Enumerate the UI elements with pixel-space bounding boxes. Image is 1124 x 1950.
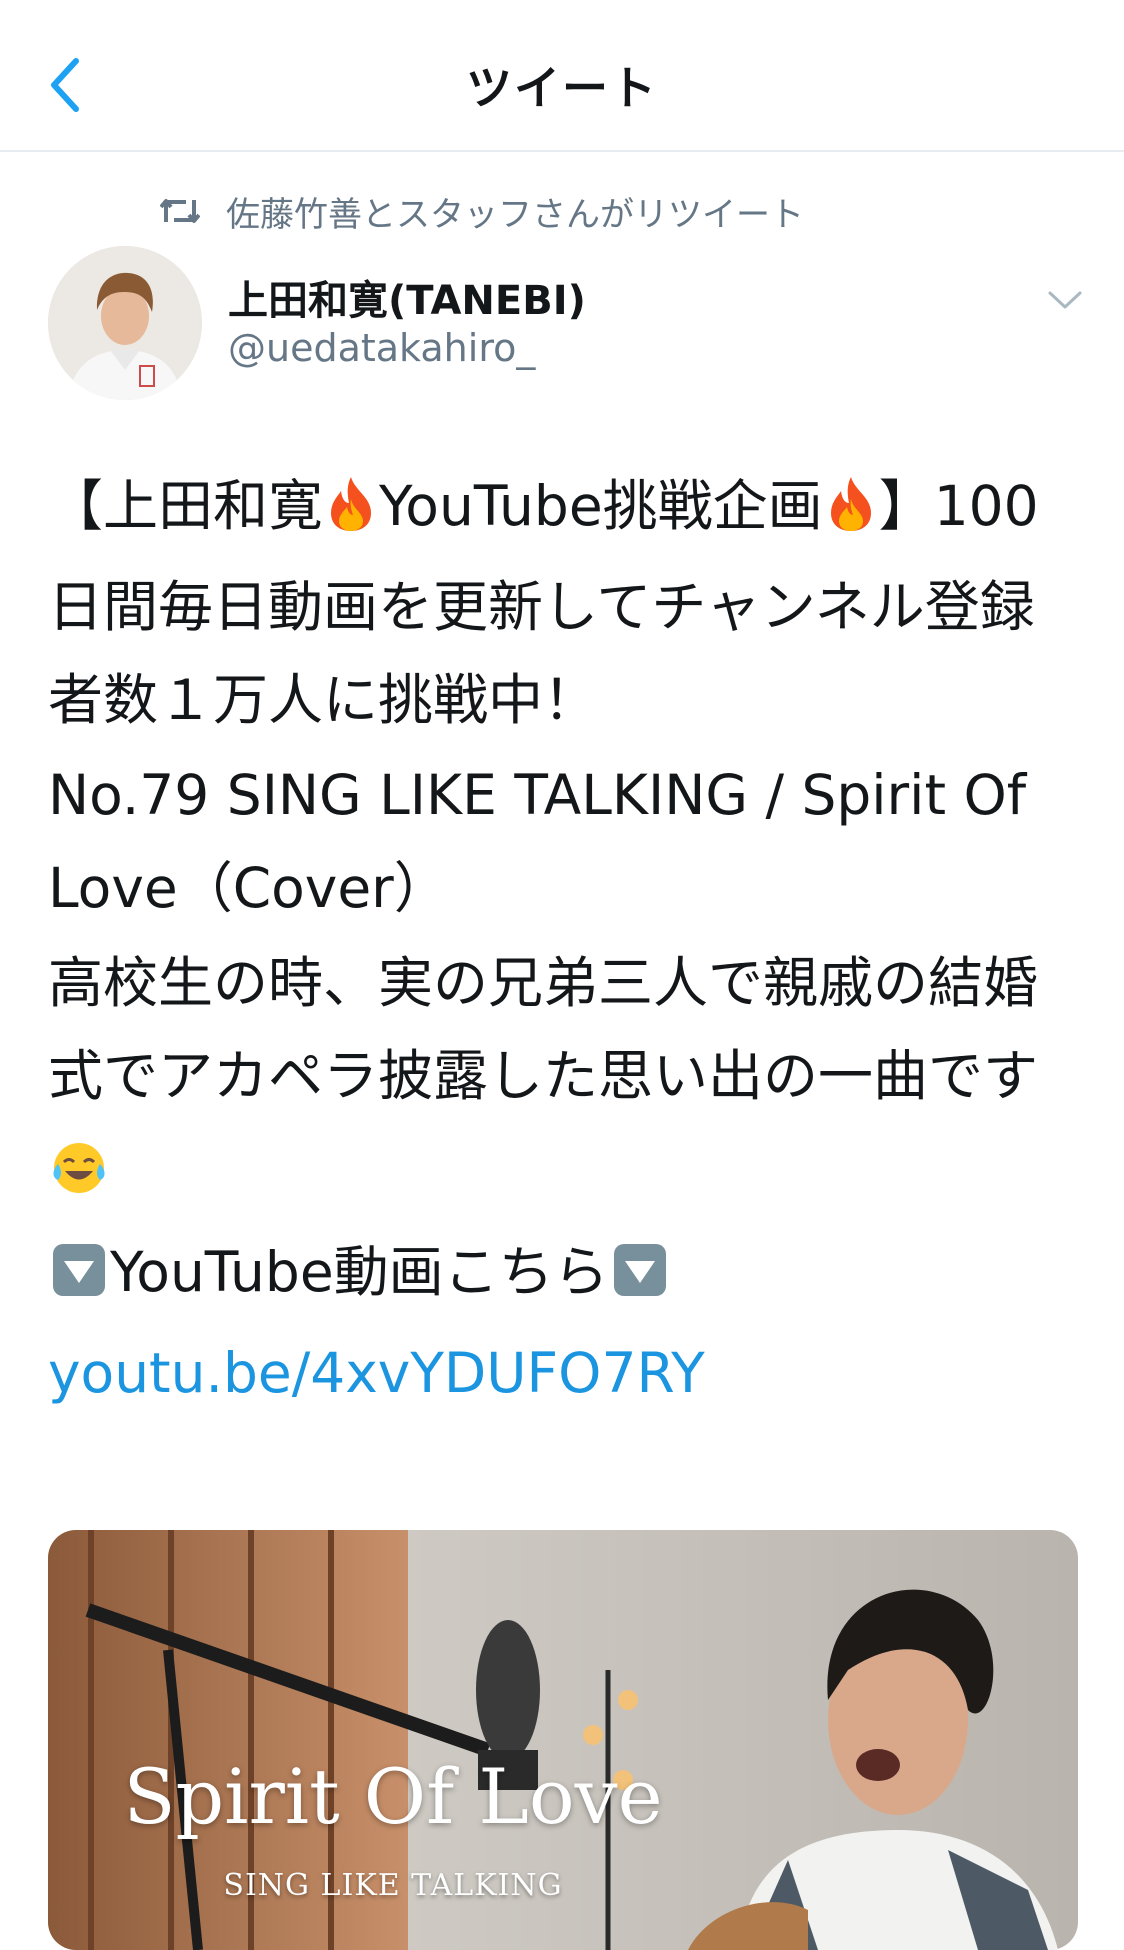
author-handle[interactable]: @uedatakahiro_ [228, 326, 535, 370]
tweet-text-segment: 高校生の時、実の兄弟三人で親戚の結婚式でアカペラ披露した思い出の一曲です [48, 951, 1039, 1108]
avatar[interactable] [48, 246, 202, 400]
tweet-text-segment: YouTube動画こちら [110, 1240, 609, 1304]
fire-emoji-icon [325, 468, 377, 561]
tweet-text-segment: 】 [878, 474, 934, 538]
top-nav-bar: ツイート [0, 0, 1124, 152]
chevron-down-icon [1048, 291, 1082, 309]
tweet-text-segment: YouTube挑戦企画 [379, 474, 823, 538]
retweet-icon [160, 193, 200, 229]
page-title: ツイート [466, 61, 658, 115]
author-display-name[interactable]: 上田和寛(TANEBI) [228, 268, 586, 326]
fire-emoji-icon [825, 468, 877, 561]
tweet-paragraph-youtube: YouTube動画こちら youtu.be/4xvYDUFO7RY [48, 1226, 1078, 1420]
tweet-paragraph-intro: 【上田和寛 YouTube挑戦企画 】100日間毎日動画を更新してチャンネル登録者数… [48, 460, 1078, 747]
tweet-menu-button[interactable] [1040, 280, 1090, 320]
tweet-text-segment: 【上田和寛 [48, 474, 324, 538]
tweet-paragraph-song: No.79 SING LIKE TALKING / Spirit Of Love… [48, 763, 1027, 920]
retweet-context-label: 佐藤竹善とスタッフさんがリツイート [226, 194, 804, 235]
youtube-link[interactable]: youtu.be/4xvYDUFO7RY [48, 1341, 705, 1405]
tears-of-joy-emoji-icon [50, 1131, 108, 1224]
tweet-paragraph-story: 高校生の時、実の兄弟三人で親戚の結婚式でアカペラ披露した思い出の一曲です [48, 937, 1078, 1224]
tweet-body: 【上田和寛 YouTube挑戦企画 】100日間毎日動画を更新してチャンネル登録者数… [48, 460, 1078, 1420]
thumbnail-subtitle: SING LIKE TALKING [223, 1868, 563, 1903]
retweet-context[interactable]: 佐藤竹善とスタッフさんがリツイート [160, 186, 804, 236]
video-thumbnail[interactable]: Spirit Of Love SING LIKE TALKING [48, 1530, 1078, 1950]
thumbnail-title: Spirit Of Love [123, 1752, 663, 1841]
down-arrow-button-emoji-icon [50, 1234, 108, 1327]
down-arrow-button-emoji-icon [611, 1234, 669, 1327]
